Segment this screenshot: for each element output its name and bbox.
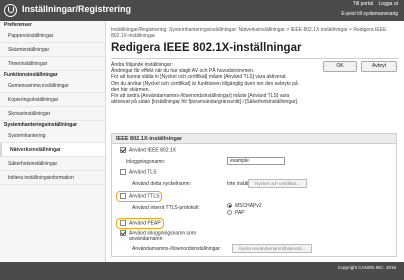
use-tls-checkbox[interactable] [120, 169, 126, 175]
title-divider [111, 58, 399, 59]
panel-title: IEEE 802.1X-inställningar [112, 134, 396, 144]
sidebar-item-initialize[interactable]: Initiera inställningsinformation [0, 171, 105, 185]
cancel-button[interactable]: Avbryt [361, 61, 397, 72]
sidebar-item-system-management[interactable]: Systemhantering [0, 129, 105, 143]
instructions: Ändra följande inställningar: Ändringar … [111, 62, 315, 105]
pap-option: PAP [227, 210, 245, 216]
sidebar-item-display[interactable]: Skärminställningar [0, 43, 105, 57]
use-ttls-row: Använd TTLS [120, 193, 159, 199]
page-title: Redigera IEEE 802.1X-inställningar [111, 42, 302, 54]
mschapv2-option: MSCHAPv2 [227, 203, 262, 209]
sidebar-item-timer[interactable]: Timerinställningar [0, 57, 105, 71]
sidebar-item-common[interactable]: Gemensamma inställningar [0, 79, 105, 93]
use-tls-label: Använd TLS [129, 169, 157, 176]
copyright: Copyright CANON INC. 2016 [337, 265, 396, 270]
pap-radio[interactable] [227, 210, 232, 216]
sidebar-item-paper[interactable]: Pappersinställningar [0, 29, 105, 43]
sidebar-item-copy[interactable]: Kopieringsinställningar [0, 93, 105, 107]
pap-label: PAP [235, 210, 245, 216]
key-name-label: Använd detta nyckelnamn: [132, 181, 191, 187]
to-portal-link[interactable]: Till portal [353, 1, 373, 7]
ok-button[interactable]: OK [323, 61, 357, 72]
top-links: Till portal Logga ut [349, 1, 398, 7]
top-bar: Inställningar/Registrering Till portal L… [0, 0, 404, 21]
mschapv2-radio[interactable] [227, 203, 232, 209]
use-peap-label: Använd PEAP [129, 220, 161, 227]
user-password-label: Användarnamns-/lösenordsinställningar: [132, 246, 222, 252]
sidebar-item-security[interactable]: Säkerhetsinställningar [0, 157, 105, 171]
login-name-label: Inloggningsnamn: [126, 159, 166, 165]
settings-logo-icon [4, 4, 17, 17]
instruction-line: aktiverat på sidan [Inställningar för fj… [111, 99, 299, 106]
sidebar-item-printer[interactable]: Skrivarinställningar [0, 107, 105, 121]
logout-link[interactable]: Logga ut [379, 1, 398, 7]
login-name-input[interactable]: example [227, 157, 285, 165]
mschapv2-label: MSCHAPv2 [235, 203, 262, 209]
use-tls-row: Använd TLS [120, 169, 156, 175]
ieee-settings-panel: IEEE 802.1X-inställningar Använd IEEE 80… [111, 133, 397, 257]
instruction-line: För att kunna ställa in [Nyckel och cert… [111, 74, 287, 81]
email-admin-link[interactable]: E-post till systemansvarig [341, 11, 398, 17]
use-ttls-label: Använd TTLS [129, 193, 160, 200]
main-content: Inställningar/Registrering: Systemhanter… [107, 21, 404, 270]
login-as-user-label-2: användarnamn [129, 236, 163, 242]
login-as-user-checkbox[interactable] [120, 230, 126, 236]
sidebar-section-function: Funktionsinställningar [4, 72, 58, 78]
app-title: Inställningar/Registrering [22, 4, 132, 14]
use-ieee-label: Använd IEEE 802.1X [129, 147, 176, 154]
breadcrumb: Inställningar/Registrering: Systemhanter… [111, 27, 387, 39]
sidebar-section-preferences: Preferenser [4, 22, 32, 28]
use-ieee-row: Använd IEEE 802.1X [120, 147, 176, 153]
sidebar-section-system: Systemhanteringsinställningar [4, 122, 78, 128]
ttls-protocol-label: Använd internt TTLS-protokoll: [132, 205, 200, 211]
use-ttls-checkbox[interactable] [120, 193, 126, 199]
sidebar: Preferenser Pappersinställningar Skärmin… [0, 21, 106, 262]
use-ieee-checkbox[interactable] [120, 147, 126, 153]
instruction-line: Om du ändrar [Nyckel och certifikat] är … [111, 80, 298, 87]
sidebar-item-network[interactable]: Nätverksinställningar [0, 143, 105, 157]
key-certificate-button[interactable]: Nyckel och certifikat... [248, 179, 307, 188]
use-peap-checkbox[interactable] [120, 220, 126, 226]
footer: Copyright CANON INC. 2016 [0, 262, 404, 280]
change-user-password-button[interactable]: Ändra användarnamn/lösenord... [232, 244, 312, 253]
use-peap-row: Använd PEAP [120, 220, 161, 226]
